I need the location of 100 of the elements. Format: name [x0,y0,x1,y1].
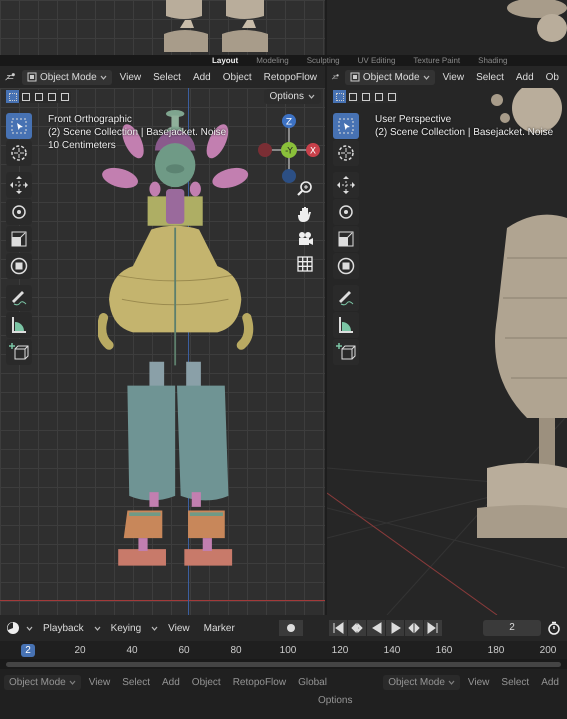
menu-item[interactable]: Select [497,675,534,690]
scale-tool-button[interactable] [333,226,359,252]
viewport-info-text: Front Orthographic [48,114,133,125]
jump-start-icon [331,621,346,635]
workspace-tab[interactable]: Sculpting [306,55,340,66]
cursor-tool-button[interactable] [333,140,359,166]
menu-item[interactable]: Keying [106,620,146,636]
viewport-info-text: User Perspective [375,114,452,125]
frame-number: 40 [125,644,139,656]
hand-icon[interactable] [296,205,314,223]
clock-icon[interactable] [6,621,20,635]
selection-mode-button[interactable] [372,90,385,103]
playback-button[interactable] [386,620,404,636]
move-tool-button[interactable] [333,172,359,198]
selection-mode-button[interactable] [32,90,45,103]
menu-item[interactable]: Marker [200,620,239,636]
caret-icon [68,680,76,685]
camera-icon[interactable] [296,230,314,248]
caret-icon [151,626,158,630]
mode-dropdown[interactable]: Object Mode [22,70,112,84]
transform-orientation-dropdown[interactable]: Global [294,675,331,690]
menu-item[interactable]: Select [118,675,154,690]
workspace-tab[interactable]: Layout [212,55,238,66]
frame-number: 200 [538,644,558,656]
workspace-tab[interactable]: Texture Paint [413,55,460,66]
mode-dropdown[interactable]: Object Mode [383,675,460,690]
selection-mode-button[interactable] [19,90,32,103]
selection-mode-button[interactable] [359,90,372,103]
playback-button[interactable] [424,620,442,636]
record-icon [286,623,296,633]
select-tool-button[interactable] [6,113,32,139]
selection-mode-button[interactable] [385,90,398,103]
menu-item[interactable]: RetopoFlow [260,70,321,84]
mode-dropdown[interactable]: Object Mode [344,70,435,84]
caret-icon [94,626,101,630]
timeline-scrollbar[interactable] [6,662,561,666]
menu-item[interactable]: View [84,675,114,690]
frame-number: 160 [434,644,454,656]
next-keyframe-icon [407,621,422,635]
menu-item[interactable]: Add [158,675,184,690]
menu-item[interactable]: Ob [542,70,563,84]
menu-item[interactable]: View [438,70,468,84]
menu-item[interactable]: View [464,675,494,690]
move-tool-button[interactable] [6,172,32,198]
jump-end-icon [426,621,440,635]
zoom-icon[interactable] [296,180,314,198]
frame-number: 80 [229,644,243,656]
frame-number: 140 [382,644,402,656]
add-cube-tool-button[interactable] [6,339,32,365]
current-frame-field[interactable]: 2 [483,620,541,636]
rotate-tool-button[interactable] [333,199,359,225]
caret-icon [422,74,430,80]
menu-item[interactable]: Object [218,70,256,84]
cursor-tool-button[interactable] [6,140,32,166]
frame-number: 2 [21,644,35,656]
measure-tool-button[interactable] [6,312,32,338]
menu-item[interactable]: Add [537,675,563,690]
y-axis-handle[interactable]: -Y [281,142,297,158]
menu-item[interactable]: View [116,70,146,84]
z-axis-handle[interactable]: Z [282,114,296,128]
playback-button[interactable] [329,620,348,636]
playback-button[interactable] [367,620,386,636]
menu-item[interactable]: Add [512,70,538,84]
options-dropdown[interactable]: Options [264,89,321,104]
transform-tool-icon [8,255,30,277]
frame-number: 20 [73,644,87,656]
rotate-tool-button[interactable] [6,199,32,225]
grid-icon[interactable] [296,255,314,273]
workspace-tab[interactable]: UV Editing [358,55,396,66]
move-tool-icon [8,174,30,196]
mode-dropdown[interactable]: Object Mode [4,675,81,690]
transform-tool-button[interactable] [6,253,32,279]
workspace-tab[interactable]: Modeling [256,55,289,66]
object-icon [350,72,360,82]
menu-item[interactable]: View [164,620,194,636]
menu-item[interactable]: Playback [39,620,88,636]
menu-item[interactable]: Select [149,70,185,84]
record-button[interactable] [279,620,304,636]
menu-item[interactable]: RetopoFlow [228,675,290,690]
caret-icon [448,680,455,685]
editor-type-icon[interactable] [4,71,18,83]
select-tool-button[interactable] [333,113,359,139]
options-dropdown[interactable]: Options [314,693,356,708]
menu-item[interactable]: Object [188,675,225,690]
stopwatch-icon[interactable] [547,621,561,635]
selection-mode-button[interactable] [346,90,359,103]
add-cube-tool-button[interactable] [333,339,359,365]
annotate-tool-button[interactable] [333,285,359,311]
playback-button[interactable] [348,620,366,636]
menu-item[interactable]: Add [188,70,215,84]
menu-item[interactable]: Select [472,70,508,84]
playback-button[interactable] [405,620,424,636]
selection-mode-button[interactable] [58,90,71,103]
annotate-tool-button[interactable] [6,285,32,311]
scale-tool-button[interactable] [6,226,32,252]
measure-tool-button[interactable] [333,312,359,338]
x-axis-handle[interactable]: X [306,143,320,157]
transform-tool-button[interactable] [333,253,359,279]
selection-mode-button[interactable] [45,90,58,103]
workspace-tab[interactable]: Shading [478,55,508,66]
